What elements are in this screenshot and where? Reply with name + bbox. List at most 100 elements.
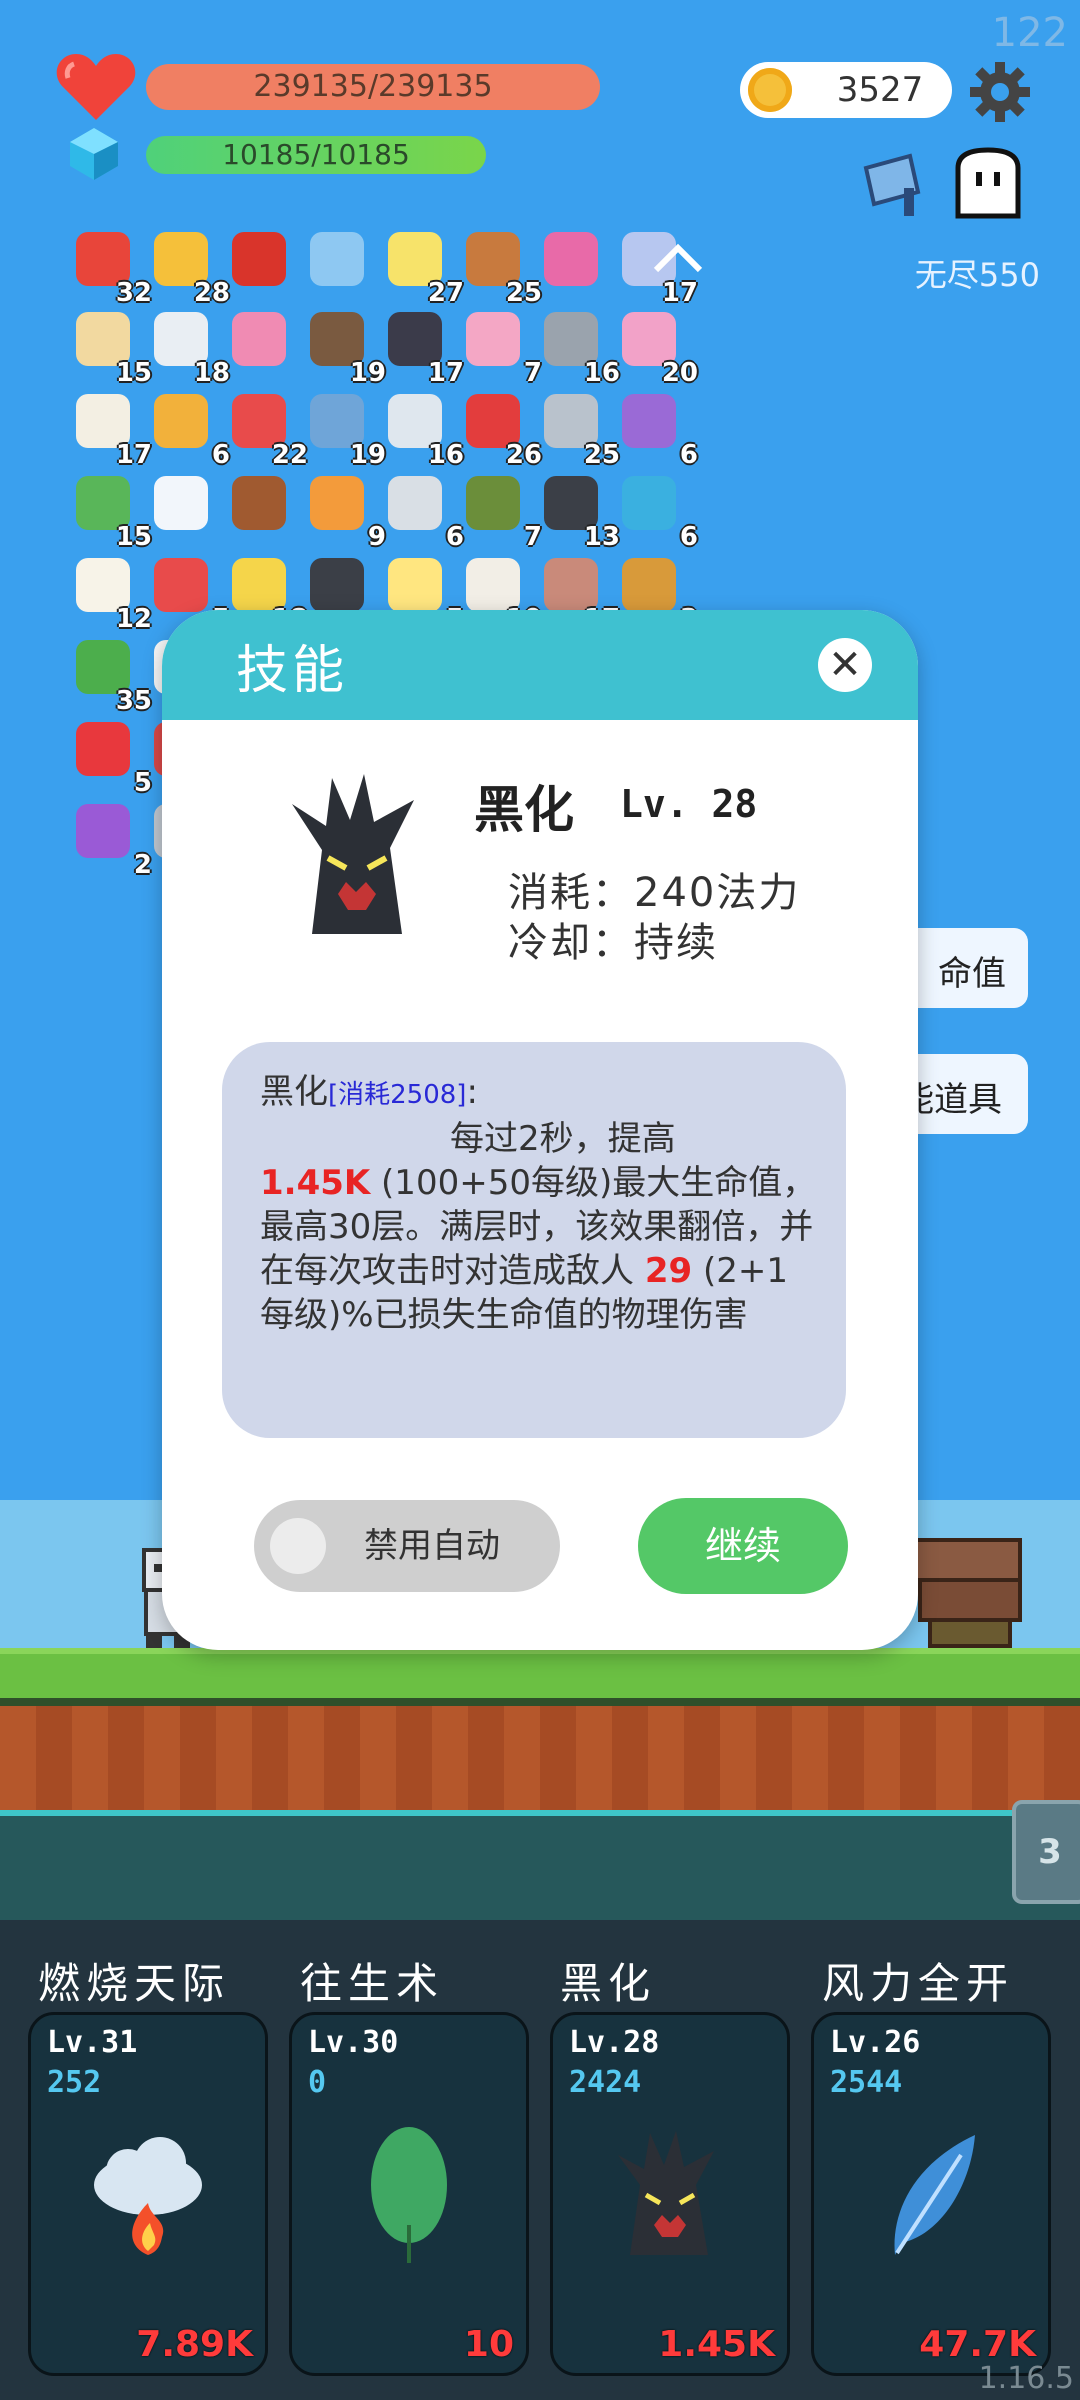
desc-cost-tag: [消耗2508] (328, 1080, 467, 1110)
water-strip (0, 1810, 1080, 1926)
skill-description: 黑化[消耗2508]: 每过2秒，提高 1.45K (100+50每级)最大生命… (260, 1070, 820, 1337)
dialog-title: 技能 (236, 641, 349, 701)
item-count: 25 (583, 440, 620, 470)
inventory-item[interactable]: 26 (460, 388, 542, 470)
endless-mode-icon[interactable] (860, 148, 944, 220)
halo-icon (388, 558, 442, 612)
inventory-item[interactable]: 6 (616, 388, 698, 470)
inventory-item[interactable]: 27 (382, 226, 464, 308)
inventory-item[interactable]: 20 (616, 306, 698, 388)
desc-skill-name: 黑化 (260, 1072, 328, 1112)
inventory-item[interactable]: 16 (382, 388, 464, 470)
dirt-ground (0, 1698, 1080, 1818)
skill-mana: 2544 (830, 2065, 903, 2100)
skill-card-3[interactable]: Lv.26 2544 47.7K (811, 2012, 1051, 2376)
inventory-item[interactable]: 18 (148, 306, 230, 388)
skill-description-box: 黑化[消耗2508]: 每过2秒，提高 1.45K (100+50每级)最大生命… (222, 1042, 846, 1438)
settings-gear-icon[interactable] (968, 60, 1032, 124)
inventory-item[interactable]: 15 (70, 306, 152, 388)
inventory-item[interactable]: 12 (70, 552, 152, 634)
coin-counter: 3527 (740, 62, 952, 118)
hook-icon (388, 476, 442, 530)
spray-icon (466, 312, 520, 366)
enemy-rock-monster-icon (908, 1538, 1022, 1648)
coin-value: 3527 (836, 70, 924, 110)
strawberry-icon (76, 722, 130, 776)
dots-icon (544, 232, 598, 286)
inventory-item[interactable]: 9 (304, 470, 386, 552)
inventory-item[interactable] (538, 226, 614, 302)
item-count: 19 (349, 440, 386, 470)
inventory-item[interactable]: 25 (538, 388, 620, 470)
close-button[interactable]: ✕ (818, 638, 872, 692)
meteor-icon (310, 476, 364, 530)
ghost-icon[interactable] (950, 146, 1026, 222)
inventory-item[interactable]: 6 (148, 388, 230, 470)
inventory-item[interactable] (226, 226, 302, 302)
inventory-item[interactable]: 19 (304, 388, 386, 470)
inventory-item[interactable]: 2 (70, 798, 152, 880)
mana-bar: 10185/10185 (146, 136, 486, 174)
skill-level: Lv.31 (47, 2025, 138, 2060)
inventory-item[interactable]: 5 (70, 716, 152, 798)
inventory-item[interactable]: 15 (70, 470, 152, 552)
inventory-item[interactable]: 6 (382, 470, 464, 552)
endless-level-label: 无尽550 (914, 256, 1040, 294)
skill-name-2: 黑化 (560, 1959, 657, 2008)
skill-card-1[interactable]: Lv.30 0 10 (289, 2012, 529, 2376)
inventory-item[interactable]: 16 (538, 306, 620, 388)
inventory-item[interactable]: 7 (460, 470, 542, 552)
inventory-item[interactable]: 35 (70, 634, 152, 716)
collapse-chevron-up-icon[interactable] (650, 238, 706, 278)
item-count: 6 (679, 440, 698, 470)
fire-cloud-icon (94, 2137, 202, 2255)
inventory-item[interactable]: 22 (226, 388, 308, 470)
inventory-item[interactable]: 32 (70, 226, 152, 308)
toggle-knob[interactable] (270, 1518, 326, 1574)
wing-icon (154, 476, 208, 530)
item-count: 35 (115, 686, 152, 716)
continue-button[interactable]: 继续 (638, 1498, 848, 1594)
inventory-item[interactable]: 17 (70, 388, 152, 470)
inventory-item[interactable]: 13 (538, 470, 620, 552)
item-count: 26 (505, 440, 542, 470)
skill-name: 黑化 (474, 781, 574, 839)
heart-card-icon (232, 312, 286, 366)
skill-name-0: 燃烧天际 (38, 1959, 231, 2008)
skill-damage: 7.89K (136, 2324, 253, 2365)
inventory-item[interactable]: 6 (616, 470, 698, 552)
skill-level: Lv.30 (308, 2025, 399, 2060)
item-count: 6 (679, 522, 698, 552)
inventory-item[interactable]: 7 (460, 306, 542, 388)
inventory-item[interactable] (304, 226, 380, 302)
item-count: 18 (193, 358, 230, 388)
item-count: 12 (115, 604, 152, 634)
skill-mana: 252 (47, 2065, 102, 2100)
bow-icon (622, 558, 676, 612)
purple-shield-icon (622, 394, 676, 448)
magnet-icon (232, 232, 286, 286)
health-text: 239135/239135 (253, 69, 493, 104)
stack-counter[interactable]: 3 (1012, 1800, 1080, 1904)
skill-card-0[interactable]: Lv.31 252 7.89K (28, 2012, 268, 2376)
inventory-item[interactable]: 17 (382, 306, 464, 388)
item-count: 16 (583, 358, 620, 388)
inventory-item[interactable]: 19 (304, 306, 386, 388)
version-label: 1.16.5 (978, 2361, 1074, 2396)
toggle-label: 禁用自动 (364, 1526, 500, 1566)
inventory-item[interactable] (226, 306, 302, 382)
item-count: 27 (427, 278, 464, 308)
disable-auto-toggle[interactable]: 禁用自动 (254, 1500, 560, 1592)
mana-gem-icon (70, 128, 118, 180)
heart-icon (56, 54, 136, 120)
skill-cooldown: 冷却：持续 (508, 920, 718, 966)
inventory-item[interactable] (226, 470, 302, 546)
item-count: 22 (271, 440, 308, 470)
item-count: 16 (427, 440, 464, 470)
skill-card-2[interactable]: Lv.28 2424 1.45K (550, 2012, 790, 2376)
thermometer-icon (154, 558, 208, 612)
inventory-item[interactable] (148, 470, 224, 546)
inventory-item[interactable]: 25 (460, 226, 542, 308)
skill-dialog: 技能 ✕ 黑化 Lv. 28 消耗：240法力 冷却：持续 黑化[消耗2508]… (162, 610, 918, 1650)
inventory-item[interactable]: 28 (148, 226, 230, 308)
